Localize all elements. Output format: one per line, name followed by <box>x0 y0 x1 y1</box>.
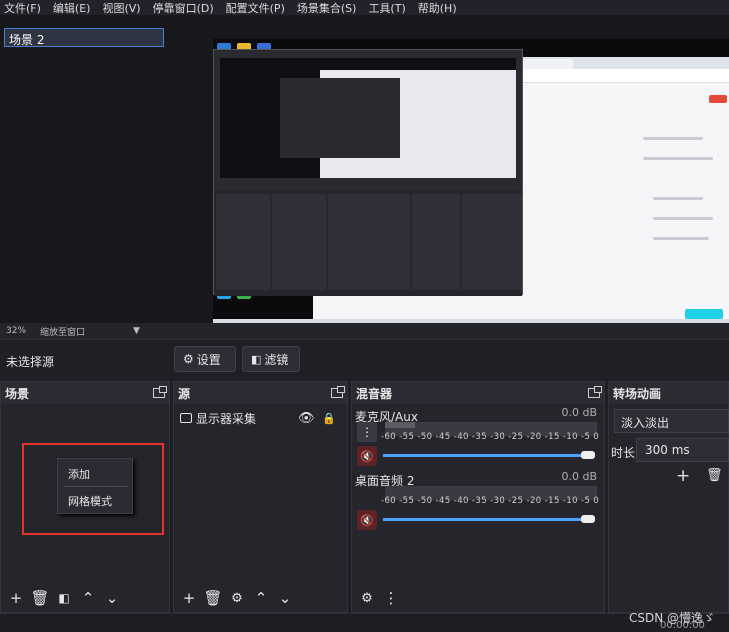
volume-slider[interactable] <box>383 454 595 457</box>
source-properties-button[interactable]: ⚙ <box>226 587 248 609</box>
mixer-title: 混音器 <box>356 386 393 401</box>
context-menu: 添加 网格模式 <box>57 458 133 514</box>
sources-toolbar: + 🗑 ⚙ ⌃ ⌄ <box>174 584 347 612</box>
meter-ticks: -60 -55 -50 -45 -40 -35 -30 -25 -20 -15 … <box>381 496 600 506</box>
undock-icon[interactable] <box>153 386 167 398</box>
source-toolbar: 未选择源 ⚙ 设置 ◧ 滤镜 <box>0 339 729 381</box>
preview-nested-docks <box>214 190 522 296</box>
source-name: 显示器采集 <box>196 411 257 426</box>
transitions-dock-title: 转场动画 <box>609 382 728 404</box>
mixer-menu-button[interactable]: ⋮ <box>380 587 402 609</box>
menu-bar: 文件(F) 编辑(E) 视图(V) 停靠窗口(D) 配置文件(P) 场景集合(S… <box>0 0 729 15</box>
mixer-channel-mic: 麦克风/Aux 0.0 dB ⋮ -60 -55 -50 -45 -40 -35… <box>355 406 601 466</box>
move-up-button[interactable]: ⌃ <box>77 587 99 609</box>
move-down-button[interactable]: ⌄ <box>101 587 123 609</box>
zoom-level: 32% <box>6 326 27 336</box>
preview-desktop <box>213 39 729 331</box>
channel-db: 0.0 dB <box>561 406 597 419</box>
chevron-down-icon[interactable]: ▼ <box>133 326 140 336</box>
advanced-audio-button[interactable]: ⚙ <box>356 587 378 609</box>
remove-scene-button[interactable]: 🗑 <box>29 587 51 609</box>
context-menu-add[interactable]: 添加 <box>58 459 132 486</box>
channel-menu-button[interactable]: ⋮ <box>357 422 377 442</box>
meter-ticks: -60 -55 -50 -45 -40 -35 -30 -25 -20 -15 … <box>381 432 600 442</box>
add-source-button[interactable]: + <box>178 587 200 609</box>
gear-icon: ⚙ <box>183 352 194 366</box>
undock-icon[interactable] <box>331 386 345 398</box>
mixer-dock-title: 混音器 <box>352 382 604 404</box>
transition-select[interactable]: 淡入淡出 <box>614 409 729 433</box>
context-menu-separator <box>64 486 128 487</box>
settings-label: 设置 <box>196 352 221 367</box>
mute-icon[interactable]: 🔇 <box>357 510 377 530</box>
volume-level <box>385 422 415 428</box>
mixer-channel-desktop: 桌面音频 2 0.0 dB -60 -55 -50 -45 -40 -35 -3… <box>355 470 601 530</box>
sources-title: 源 <box>178 386 191 401</box>
move-down-button[interactable]: ⌄ <box>274 587 296 609</box>
menu-file[interactable]: 文件(F) <box>4 0 41 16</box>
menu-view[interactable]: 视图(V) <box>102 0 140 16</box>
scenes-dock-title: 场景 <box>1 382 169 404</box>
remove-transition-button[interactable]: 🗑 <box>706 468 723 483</box>
duration-label: 时长 <box>611 446 636 460</box>
menu-profile[interactable]: 配置文件(P) <box>226 0 285 16</box>
preview-area <box>0 15 729 331</box>
sources-dock-title: 源 <box>174 382 347 404</box>
filters-button[interactable]: ◧ 滤镜 <box>242 346 300 372</box>
preview-nested-canvas <box>220 58 516 178</box>
volume-slider-handle[interactable] <box>581 515 595 523</box>
remove-source-button[interactable]: 🗑 <box>202 587 224 609</box>
settings-button[interactable]: ⚙ 设置 <box>174 346 236 372</box>
scenes-toolbar: + 🗑 ◧ ⌃ ⌄ <box>1 584 169 612</box>
volume-slider-handle[interactable] <box>581 451 595 459</box>
menu-edit[interactable]: 编辑(E) <box>53 0 91 16</box>
lock-icon[interactable]: 🔒 <box>322 412 336 425</box>
mixer-toolbar: ⚙ ⋮ <box>352 584 604 612</box>
preview-canvas[interactable] <box>213 39 729 331</box>
scenes-title: 场景 <box>5 386 30 401</box>
preview-red-button <box>709 95 727 103</box>
preview-cyan-button <box>685 309 723 319</box>
mute-icon[interactable]: 🔇 <box>357 446 377 466</box>
menu-docks[interactable]: 停靠窗口(D) <box>153 0 214 16</box>
preview-zoom-strip: 32% 缩放至窗口 ▼ <box>0 323 729 339</box>
zoom-fit-label[interactable]: 缩放至窗口 <box>40 325 85 338</box>
scene-list-item[interactable]: 场景 2 <box>4 28 164 47</box>
menu-help[interactable]: 帮助(H) <box>418 0 457 16</box>
preview-nested-obs <box>213 49 523 296</box>
undock-icon[interactable] <box>588 386 602 398</box>
watermark: CSDN @懵逸ゞ <box>628 611 715 625</box>
add-transition-button[interactable]: + <box>676 466 690 486</box>
menu-scene-collection[interactable]: 场景集合(S) <box>297 0 357 16</box>
filter-icon: ◧ <box>251 352 262 366</box>
monitor-icon <box>180 413 192 423</box>
no-source-label: 未选择源 <box>6 355 55 369</box>
filters-label: 滤镜 <box>264 352 289 367</box>
source-list-item[interactable]: 显示器采集 👁 🔒 <box>180 409 345 427</box>
context-menu-grid-mode[interactable]: 网格模式 <box>58 486 132 513</box>
scene-filters-button[interactable]: ◧ <box>53 587 75 609</box>
transitions-title: 转场动画 <box>613 386 662 401</box>
move-up-button[interactable]: ⌃ <box>250 587 272 609</box>
menu-tools[interactable]: 工具(T) <box>368 0 405 16</box>
volume-slider[interactable] <box>383 518 595 521</box>
add-scene-button[interactable]: + <box>5 587 27 609</box>
eye-icon[interactable]: 👁 <box>298 411 315 426</box>
status-bar <box>0 613 729 632</box>
duration-input[interactable]: 300 ms <box>636 438 729 462</box>
channel-db: 0.0 dB <box>561 470 597 483</box>
